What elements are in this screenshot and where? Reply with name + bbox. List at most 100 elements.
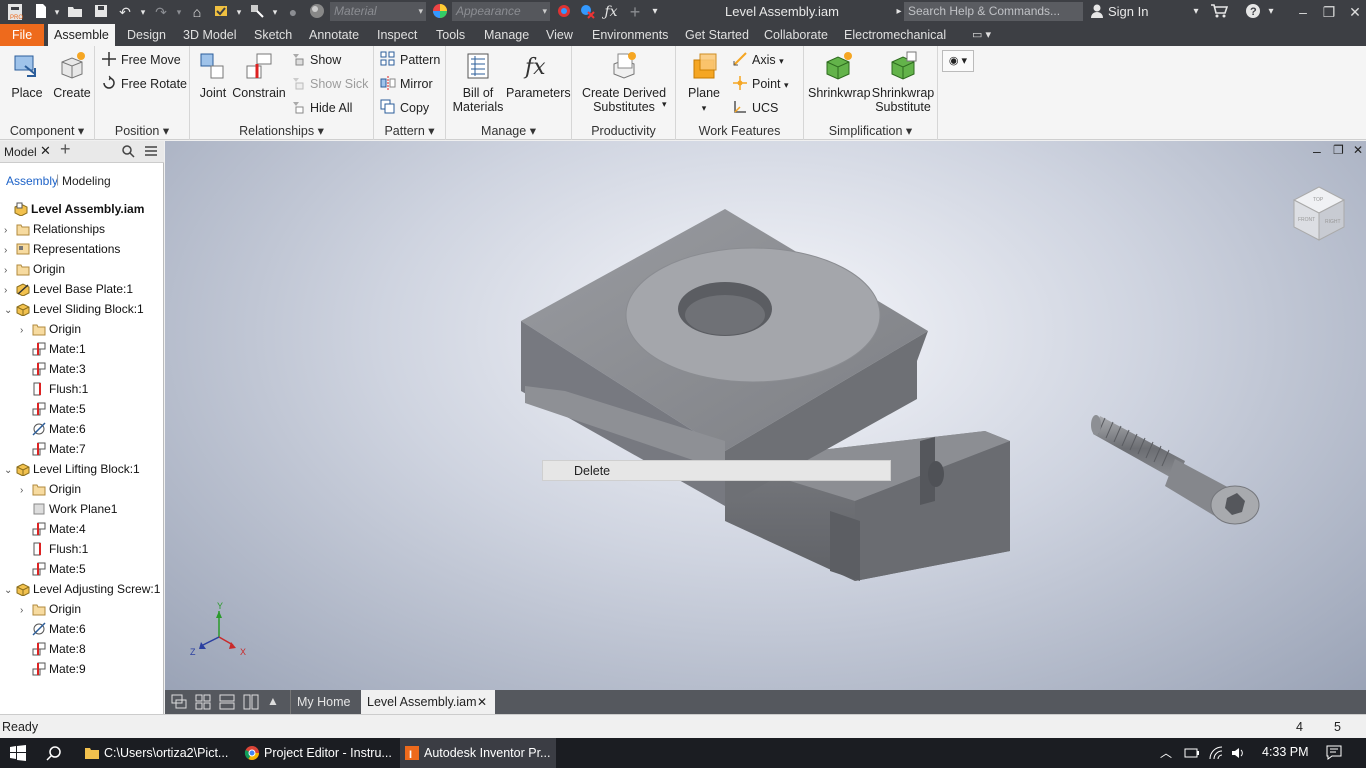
sign-in-link[interactable]: Sign In: [1108, 4, 1148, 19]
windows-start-icon[interactable]: [10, 745, 26, 764]
add-browser-icon[interactable]: +: [60, 139, 71, 160]
appearance-sphere-icon[interactable]: [308, 3, 326, 21]
tree-item[interactable]: Mate:9: [20, 659, 86, 679]
joint-button[interactable]: Joint: [196, 50, 230, 100]
tree-item[interactable]: Flush:1: [20, 379, 88, 399]
browser-tab-modeling[interactable]: Modeling: [62, 174, 111, 188]
tree-item[interactable]: › Origin: [20, 319, 81, 339]
tab-get-started[interactable]: Get Started: [679, 24, 755, 46]
component-group-title[interactable]: Component ▾: [0, 123, 94, 138]
tree-item[interactable]: Level Assembly.iam: [2, 199, 144, 219]
cart-icon[interactable]: [1208, 3, 1230, 21]
select-dropdown-chevron-icon[interactable]: ▾: [266, 3, 284, 21]
browser-tab-assembly[interactable]: Assembly: [6, 174, 58, 188]
minimize-icon[interactable]: –: [1292, 2, 1314, 22]
user-icon[interactable]: [1088, 3, 1106, 21]
tree-item[interactable]: ⌄ Level Adjusting Screw:1: [4, 579, 160, 599]
tab-assemble[interactable]: Assemble: [48, 24, 115, 46]
ribbon-options-button[interactable]: ◉ ▾: [942, 50, 974, 72]
app-logo[interactable]: PRO: [4, 3, 26, 21]
select-filter-icon[interactable]: [248, 3, 266, 21]
tree-item[interactable]: Mate:6: [20, 619, 86, 639]
battery-icon[interactable]: [1184, 746, 1200, 763]
tree-item[interactable]: ⌄ Level Sliding Block:1: [4, 299, 144, 319]
collapse-chevron-icon[interactable]: ⌄: [4, 301, 16, 321]
level-adjusting-screw[interactable]: [1091, 415, 1260, 525]
tree-item[interactable]: Work Plane1: [20, 499, 117, 519]
show-hidden-icons-chevron[interactable]: ︿: [1160, 744, 1172, 761]
close-icon[interactable]: ✕: [1344, 2, 1366, 22]
axis-chevron-icon[interactable]: ▾: [779, 56, 784, 66]
taskbar-clock[interactable]: 4:33 PM: [1262, 745, 1309, 759]
color-wheel-icon[interactable]: [431, 3, 449, 21]
create-derived-substitutes-button[interactable]: Create Derived Substitutes: [580, 50, 668, 114]
tree-item[interactable]: Mate:5: [20, 399, 86, 419]
plane-chevron-icon[interactable]: ▾: [702, 103, 707, 113]
tab-inspect[interactable]: Inspect: [371, 24, 423, 46]
pattern-group-title[interactable]: Pattern ▾: [374, 123, 445, 138]
help-chevron-icon[interactable]: ▾: [1262, 3, 1280, 21]
update-icon[interactable]: [212, 3, 230, 21]
taskbar-search-icon[interactable]: [46, 745, 62, 764]
add-icon[interactable]: +: [626, 3, 644, 21]
collapse-chevron-icon[interactable]: ⌄: [4, 581, 16, 601]
expand-chevron-icon[interactable]: ›: [4, 241, 16, 261]
expand-chevron-icon[interactable]: ›: [20, 481, 32, 501]
tile-windows-icon[interactable]: [195, 694, 211, 713]
tree-item[interactable]: Mate:5: [20, 559, 86, 579]
assembly-3d-model[interactable]: [165, 141, 1366, 690]
expand-chevron-icon[interactable]: ›: [4, 261, 16, 281]
tree-item[interactable]: Mate:8: [20, 639, 86, 659]
appearance-dropdown[interactable]: Appearance ▾: [452, 2, 550, 21]
expand-chevron-icon[interactable]: ›: [20, 321, 32, 341]
clear-appearance-icon[interactable]: [578, 3, 596, 21]
tab-3d-model[interactable]: 3D Model: [177, 24, 243, 46]
restore-icon[interactable]: ❐: [1318, 2, 1340, 22]
constrain-button[interactable]: Constrain: [232, 50, 286, 100]
tree-item[interactable]: › Representations: [4, 239, 120, 259]
expand-chevron-icon[interactable]: ›: [4, 221, 16, 241]
expand-chevron-icon[interactable]: ›: [4, 281, 16, 301]
new-dropdown-chevron-icon[interactable]: ▾: [48, 3, 66, 21]
mirror-button[interactable]: Mirror: [380, 74, 433, 94]
undo-dropdown-chevron-icon[interactable]: ▾: [134, 3, 152, 21]
tile-horizontal-icon[interactable]: [219, 694, 235, 713]
tree-item[interactable]: ⌄ Level Lifting Block:1: [4, 459, 140, 479]
browser-search-icon[interactable]: [121, 144, 135, 161]
simplification-group-title[interactable]: Simplification ▾: [804, 123, 937, 138]
tab-level-assembly[interactable]: Level Assembly.iam ✕: [361, 690, 495, 714]
fx-parameters-icon[interactable]: ƒx: [602, 3, 620, 21]
customize-quick-access-chevron-icon[interactable]: ▾: [646, 3, 664, 21]
tab-view[interactable]: View: [540, 24, 579, 46]
tree-item[interactable]: › Origin: [20, 599, 81, 619]
home-icon[interactable]: ⌂: [188, 3, 206, 21]
tab-close-icon[interactable]: ✕: [477, 690, 487, 714]
copy-button[interactable]: Copy: [380, 98, 429, 118]
bill-of-materials-button[interactable]: Bill of Materials: [450, 50, 506, 114]
hide-all-button[interactable]: Hide All: [290, 98, 352, 118]
tree-item[interactable]: Mate:7: [20, 439, 86, 459]
tab-tools[interactable]: Tools: [430, 24, 471, 46]
tab-collaborate[interactable]: Collaborate: [758, 24, 834, 46]
redo-icon[interactable]: ↷: [152, 3, 170, 21]
tab-manage[interactable]: Manage: [478, 24, 535, 46]
adjust-appearance-icon[interactable]: [555, 3, 573, 21]
axis-button[interactable]: Axis ▾: [732, 50, 784, 70]
measure-icon[interactable]: ●: [284, 3, 302, 21]
tree-item[interactable]: › Level Base Plate:1: [4, 279, 133, 299]
action-center-icon[interactable]: [1326, 744, 1342, 763]
position-group-title[interactable]: Position ▾: [95, 123, 189, 138]
tab-environments[interactable]: Environments: [586, 24, 674, 46]
tree-item[interactable]: Mate:1: [20, 339, 86, 359]
tree-item[interactable]: › Origin: [20, 479, 81, 499]
tab-my-home[interactable]: My Home: [290, 690, 356, 714]
volume-icon[interactable]: [1230, 745, 1246, 764]
productivity-dropdown-chevron-icon[interactable]: ▾: [662, 94, 667, 114]
save-icon[interactable]: [92, 3, 110, 21]
tab-electromechanical[interactable]: Electromechanical: [838, 24, 952, 46]
place-button[interactable]: Place: [8, 50, 46, 100]
wifi-icon[interactable]: [1208, 745, 1224, 764]
tree-item[interactable]: › Relationships: [4, 219, 105, 239]
free-move-button[interactable]: Free Move: [101, 50, 181, 70]
undo-icon[interactable]: ↶: [116, 3, 134, 21]
